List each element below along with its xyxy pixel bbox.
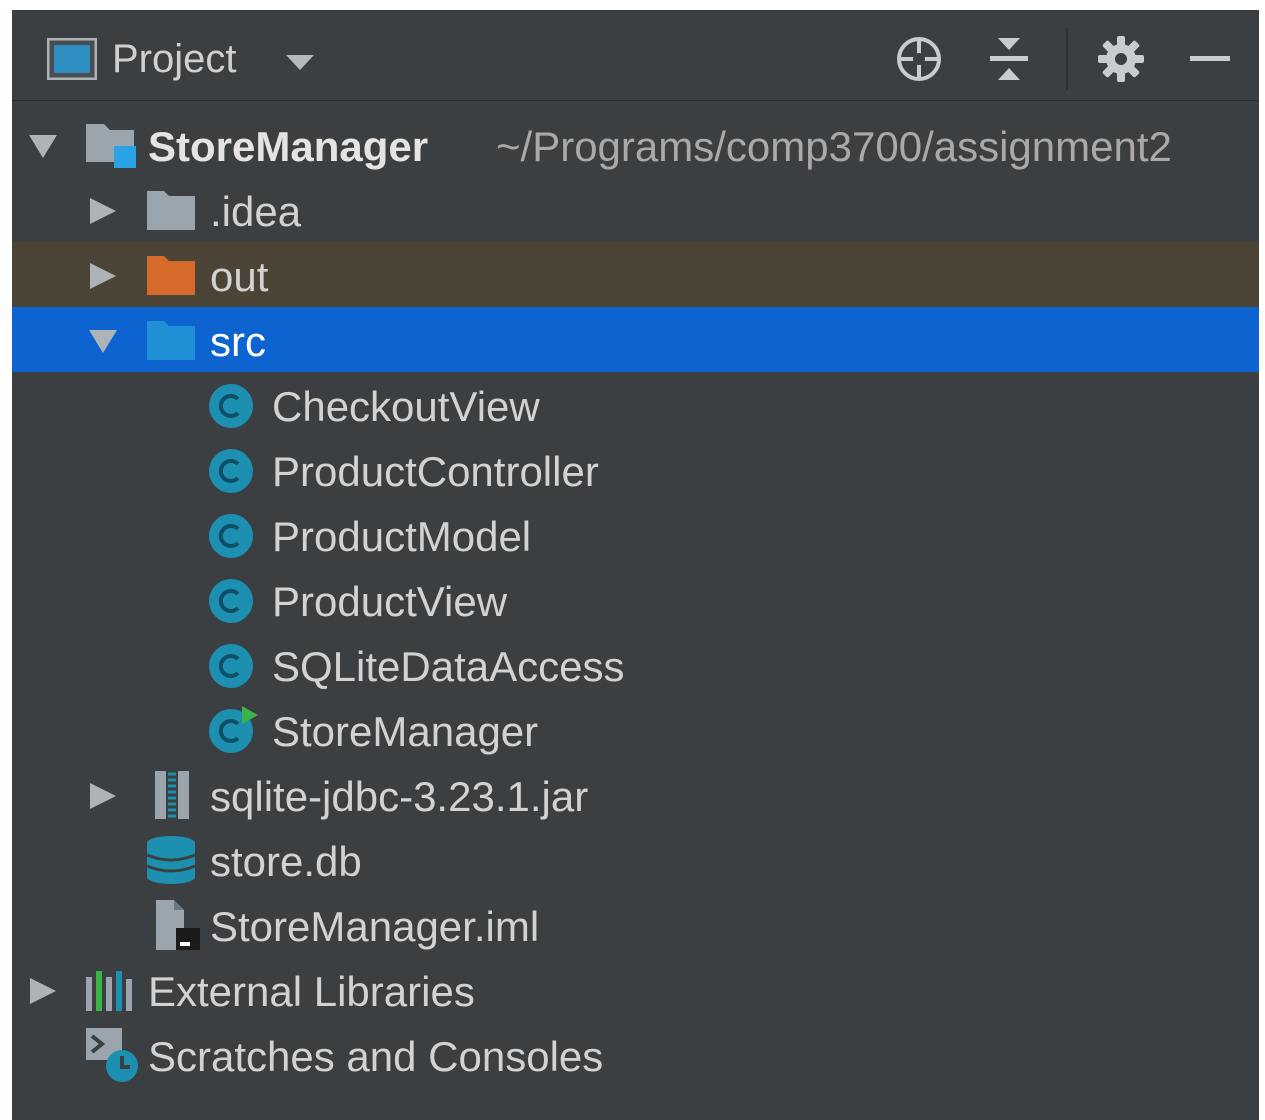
expanded-arrow-icon[interactable]: [88, 327, 118, 355]
root-module-path: ~/Programs/comp3700/assignment2: [496, 123, 1172, 170]
folder-icon: [147, 191, 195, 230]
tree-row-class[interactable]: CheckoutView: [12, 372, 1259, 437]
gear-icon[interactable]: [1094, 32, 1148, 86]
collapsed-arrow-icon[interactable]: [88, 262, 118, 290]
class-label: SQLiteDataAccess: [272, 643, 625, 690]
class-label: ProductController: [272, 448, 599, 495]
project-view-icon[interactable]: [47, 38, 97, 80]
tree-row-jar[interactable]: sqlite-jdbc-3.23.1.jar: [12, 762, 1259, 827]
java-class-icon: [209, 384, 253, 428]
database-icon: [146, 836, 196, 884]
jar-label: sqlite-jdbc-3.23.1.jar: [210, 773, 589, 820]
folder-label: .idea: [210, 188, 302, 235]
scratches-label: Scratches and Consoles: [148, 1033, 604, 1080]
project-view-title[interactable]: Project: [112, 37, 237, 82]
tree-row-class[interactable]: SQLiteDataAccess: [12, 632, 1259, 697]
tree-row-class[interactable]: ProductModel: [12, 502, 1259, 567]
tree-row-class[interactable]: ProductView: [12, 567, 1259, 632]
tree-row-iml[interactable]: StoreManager.iml: [12, 892, 1259, 957]
runnable-class-icon: [209, 706, 258, 753]
source-folder-icon: [147, 321, 195, 360]
scratches-consoles-icon: [86, 1028, 138, 1082]
db-label: store.db: [210, 838, 362, 885]
tree-row-idea[interactable]: .idea: [12, 177, 1259, 242]
tree-row-scratches[interactable]: Scratches and Consoles: [12, 1022, 1259, 1087]
external-libraries-icon: [86, 971, 132, 1011]
collapse-all-icon[interactable]: [982, 32, 1036, 86]
toolbar-separator: [1066, 28, 1068, 90]
tree-row-main-class[interactable]: StoreManager: [12, 697, 1259, 762]
collapsed-arrow-icon[interactable]: [28, 977, 58, 1005]
class-label: CheckoutView: [272, 383, 540, 430]
tree-row-db[interactable]: store.db: [12, 827, 1259, 892]
dropdown-arrow-icon[interactable]: [284, 52, 316, 72]
jar-archive-icon: [155, 771, 189, 819]
expanded-arrow-icon[interactable]: [28, 132, 58, 160]
collapsed-arrow-icon[interactable]: [88, 782, 118, 810]
external-libraries-label: External Libraries: [148, 968, 475, 1015]
folder-label: src: [210, 318, 266, 365]
project-toolbar: Project: [12, 10, 1259, 101]
class-label: StoreManager: [272, 708, 539, 755]
collapsed-arrow-icon[interactable]: [88, 197, 118, 225]
tree-row-root[interactable]: StoreManager ~/Programs/comp3700/assignm…: [12, 112, 1259, 177]
minimize-icon[interactable]: [1184, 32, 1238, 86]
java-class-icon: [209, 514, 253, 558]
tree-row-external-libraries[interactable]: External Libraries: [12, 957, 1259, 1022]
tree-row-out[interactable]: out: [12, 242, 1259, 307]
java-class-icon: [209, 644, 253, 688]
class-label: ProductModel: [272, 513, 532, 560]
locate-icon[interactable]: [892, 32, 946, 86]
class-label: ProductView: [272, 578, 508, 625]
tree-row-src[interactable]: src: [12, 307, 1259, 372]
project-tool-window: Project StoreManager ~/Programs/comp3700…: [12, 10, 1259, 1120]
folder-label: out: [210, 253, 269, 300]
module-folder-icon: [86, 124, 136, 168]
module-file-icon: [156, 900, 200, 950]
excluded-folder-icon: [147, 256, 195, 295]
tree-row-class[interactable]: ProductController: [12, 437, 1259, 502]
java-class-icon: [209, 579, 253, 623]
root-module-name: StoreManager: [148, 123, 429, 170]
iml-label: StoreManager.iml: [210, 903, 540, 950]
java-class-icon: [209, 449, 253, 493]
